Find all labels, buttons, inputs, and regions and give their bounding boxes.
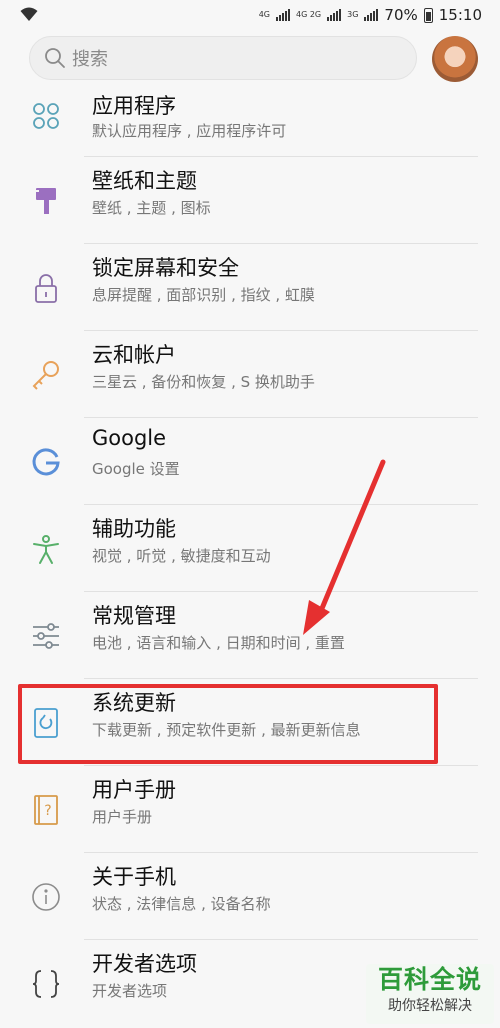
annotation-arrow	[303, 459, 386, 635]
watermark-logo: 百科全说 助你轻松解决	[366, 964, 494, 1024]
watermark-subtitle: 助你轻松解决	[388, 998, 472, 1014]
watermark-title: 百科全说	[377, 965, 482, 994]
